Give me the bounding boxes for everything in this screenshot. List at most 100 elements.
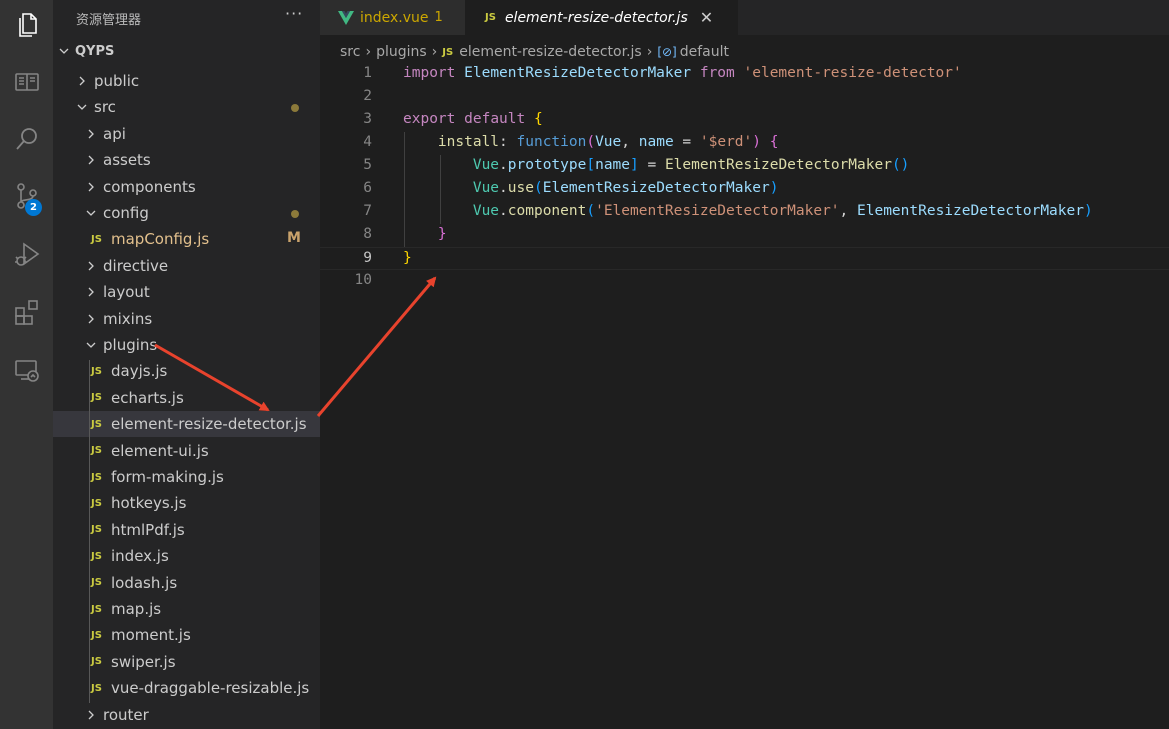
source-control-button[interactable]: 2 bbox=[0, 174, 53, 218]
chevron-down-icon bbox=[59, 48, 69, 54]
breadcrumb-file[interactable]: element-resize-detector.js bbox=[459, 44, 642, 60]
tree-file-index-js[interactable]: JS index.js bbox=[53, 543, 320, 569]
line-number: 9 bbox=[363, 250, 372, 266]
breadcrumb-plugins[interactable]: plugins bbox=[376, 44, 427, 60]
explorer-header: 资源管理器 ··· bbox=[53, 0, 320, 35]
git-status-badge: M bbox=[287, 230, 301, 247]
extensions-icon bbox=[14, 300, 38, 325]
tree-folder-assets[interactable]: assets bbox=[53, 147, 320, 173]
more-actions-button[interactable]: ··· bbox=[285, 4, 303, 23]
run-debug-button[interactable] bbox=[0, 232, 53, 276]
tree-file-element-resize-detector-js[interactable]: JS element-resize-detector.js bbox=[53, 411, 320, 438]
tree-file-moment-js[interactable]: JS moment.js bbox=[53, 622, 320, 648]
tree-file-hotkeys-js[interactable]: JS hotkeys.js bbox=[53, 490, 320, 516]
tree-item-label: mapConfig.js bbox=[111, 230, 210, 249]
js-file-icon: JS bbox=[91, 365, 102, 377]
tree-folder-config[interactable]: config bbox=[53, 200, 320, 226]
chevron-down-icon bbox=[86, 342, 96, 348]
code-line-current: 9} bbox=[320, 247, 1169, 270]
tab-label: element-resize-detector.js bbox=[504, 9, 688, 26]
line-number: 4 bbox=[363, 134, 372, 150]
modified-dot-icon bbox=[291, 104, 299, 113]
activity-bar: 2 bbox=[0, 0, 53, 729]
tree-item-label: router bbox=[103, 705, 149, 724]
chevron-right-icon bbox=[88, 287, 94, 297]
tree-folder-plugins[interactable]: plugins bbox=[53, 332, 320, 358]
tree-folder-public[interactable]: public bbox=[53, 68, 320, 94]
tree-item-label: api bbox=[103, 124, 126, 143]
editor-area: index.vue 1 JS element-resize-detector.j… bbox=[320, 0, 1169, 729]
code-line: 6 Vue.use(ElementResizeDetectorMaker) bbox=[320, 178, 1169, 201]
js-file-icon: JS bbox=[91, 233, 102, 245]
code-text: export default { bbox=[403, 111, 543, 127]
code-text: Vue.use(ElementResizeDetectorMaker) bbox=[472, 180, 779, 196]
tree-folder-src[interactable]: src bbox=[53, 94, 320, 120]
js-file-icon: JS bbox=[91, 445, 102, 457]
tree-file-htmlpdf-js[interactable]: JS htmlPdf.js bbox=[53, 517, 320, 543]
code-text: } bbox=[437, 226, 447, 242]
problem-count: 1 bbox=[434, 10, 443, 25]
tree-file-mapconfig-js[interactable]: JS mapConfig.js M bbox=[53, 226, 320, 252]
line-number: 7 bbox=[363, 203, 372, 219]
chevron-right-icon bbox=[88, 710, 94, 720]
tree-folder-components[interactable]: components bbox=[53, 174, 320, 200]
workspace-root[interactable]: QYPS bbox=[53, 38, 320, 64]
tree-item-label: moment.js bbox=[111, 626, 191, 645]
tree-item-label: hotkeys.js bbox=[111, 494, 187, 513]
code-line: 8 } bbox=[320, 224, 1169, 247]
tab-index-vue[interactable]: index.vue 1 bbox=[320, 0, 465, 35]
tree-file-vue-draggable-resizable-js[interactable]: JS vue-draggable-resizable.js bbox=[53, 675, 320, 701]
tree-item-label: element-resize-detector.js bbox=[111, 415, 307, 434]
explorer-button[interactable] bbox=[0, 2, 53, 46]
close-icon[interactable]: ✕ bbox=[700, 8, 713, 27]
js-file-icon: JS bbox=[91, 392, 102, 404]
search-button[interactable] bbox=[0, 117, 53, 161]
tree-file-echarts-js[interactable]: JS echarts.js bbox=[53, 385, 320, 411]
tree-folder-mixins[interactable]: mixins bbox=[53, 306, 320, 332]
js-file-icon: JS bbox=[91, 656, 102, 668]
tree-item-label: mixins bbox=[103, 309, 153, 328]
js-file-icon: JS bbox=[91, 603, 102, 615]
tab-element-resize-detector[interactable]: JS element-resize-detector.js ✕ bbox=[465, 0, 738, 35]
code-text: Vue.prototype[name] = ElementResizeDetec… bbox=[472, 157, 910, 173]
book-button[interactable] bbox=[0, 60, 53, 104]
tree-item-label: element-ui.js bbox=[111, 441, 209, 460]
tree-item-label: plugins bbox=[103, 336, 158, 354]
tree-file-element-ui-js[interactable]: JS element-ui.js bbox=[53, 438, 320, 464]
chevron-down-icon bbox=[86, 210, 96, 216]
breadcrumb-src[interactable]: src bbox=[340, 44, 360, 60]
tree-item-label: layout bbox=[103, 283, 150, 302]
code-text: install: function(Vue, name = '$erd') { bbox=[437, 134, 779, 150]
tree-folder-router[interactable]: router bbox=[53, 702, 320, 728]
js-file-icon: JS bbox=[442, 46, 454, 58]
tree-file-map-js[interactable]: JS map.js bbox=[53, 596, 320, 622]
remote-explorer-button[interactable] bbox=[0, 348, 53, 392]
chevron-right-icon bbox=[88, 261, 94, 271]
tree-item-label: config bbox=[103, 204, 149, 222]
tree-item-label: components bbox=[103, 177, 196, 196]
vue-file-icon bbox=[338, 10, 354, 25]
code-text: } bbox=[403, 250, 412, 266]
tree-file-swiper-js[interactable]: JS swiper.js bbox=[53, 649, 320, 675]
tree-item-label: lodash.js bbox=[111, 573, 178, 592]
line-number: 5 bbox=[363, 157, 372, 173]
chevron-down-icon bbox=[77, 104, 87, 111]
tree-item-label: swiper.js bbox=[111, 652, 176, 671]
js-file-icon: JS bbox=[91, 524, 102, 536]
tree-file-form-making-js[interactable]: JS form-making.js bbox=[53, 464, 320, 490]
tree-item-label: src bbox=[94, 98, 116, 117]
js-file-icon: JS bbox=[91, 418, 102, 430]
breadcrumb-symbol[interactable]: default bbox=[680, 44, 729, 60]
tree-file-lodash-js[interactable]: JS lodash.js bbox=[53, 570, 320, 596]
tree-folder-api[interactable]: api bbox=[53, 121, 320, 147]
tree-item-label: directive bbox=[103, 256, 169, 275]
js-file-icon: JS bbox=[91, 629, 102, 641]
code-line: 10 bbox=[320, 270, 1169, 293]
tree-folder-layout[interactable]: layout bbox=[53, 279, 320, 305]
tree-file-dayjs-js[interactable]: JS dayjs.js bbox=[53, 358, 320, 384]
tab-label: index.vue bbox=[360, 9, 429, 26]
tree-folder-directive[interactable]: directive bbox=[53, 253, 320, 279]
js-file-icon: JS bbox=[485, 12, 496, 23]
tree-item-label: assets bbox=[103, 151, 151, 170]
extensions-button[interactable] bbox=[0, 290, 53, 334]
